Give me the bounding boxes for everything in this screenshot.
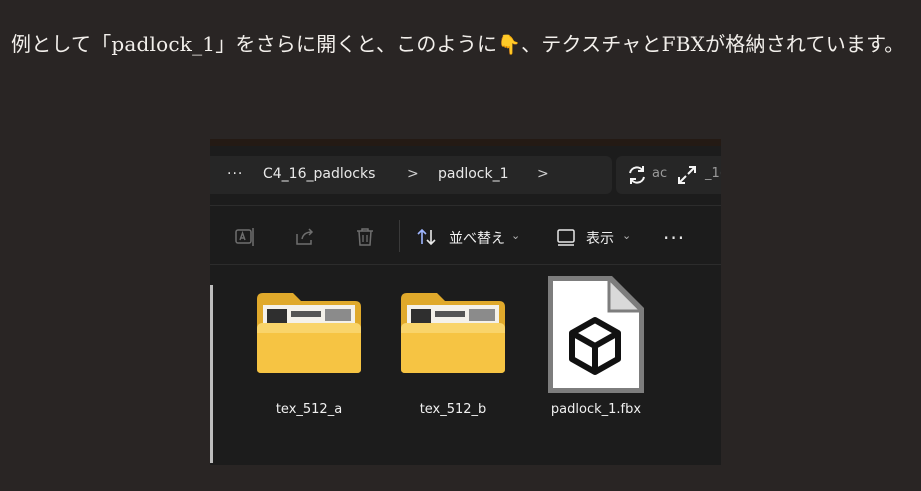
view-chevron-down-icon[interactable]: ⌄ <box>622 229 631 242</box>
expand-icon[interactable] <box>670 158 704 192</box>
title-strip <box>210 139 721 146</box>
article-text-part1: 例として「padlock_1」をさらに開くと、このように <box>11 32 498 56</box>
breadcrumb-chevron-icon[interactable]: > <box>407 166 419 182</box>
article-paragraph: 例として「padlock_1」をさらに開くと、このように👇、テクスチャとFBXが… <box>11 26 916 63</box>
address-bar[interactable]: ··· C4_16_padlocks > padlock_1 > <box>210 156 612 194</box>
sort-button[interactable]: 並べ替え <box>449 228 505 248</box>
breadcrumb-padlock-1[interactable]: padlock_1 <box>438 166 509 182</box>
explorer-screenshot: ··· C4_16_padlocks > padlock_1 > ac _1( <box>210 139 721 465</box>
folder-icon[interactable] <box>399 289 507 379</box>
search-text-fragment: _1( <box>705 166 721 181</box>
3d-object-file-icon[interactable] <box>546 272 646 401</box>
more-options-button[interactable]: ··· <box>663 226 685 250</box>
item-name-tex-512-b[interactable]: tex_512_b <box>383 402 523 417</box>
folder-icon[interactable] <box>255 289 363 379</box>
share-icon[interactable] <box>293 225 317 249</box>
toolbar-divider <box>399 220 400 252</box>
item-name-padlock-1-fbx[interactable]: padlock_1.fbx <box>526 402 666 417</box>
navigation-pane-edge <box>210 285 213 463</box>
breadcrumb-c4-16-padlocks[interactable]: C4_16_padlocks <box>263 166 375 182</box>
rename-icon[interactable] <box>233 225 257 249</box>
sort-icon[interactable] <box>415 225 439 249</box>
view-button[interactable]: 表示 <box>586 228 614 248</box>
article-text-part2: 、テクスチャとFBXが格納されています。 <box>521 32 905 56</box>
refresh-icon[interactable] <box>620 158 654 192</box>
pointing-down-icon: 👇 <box>497 34 522 56</box>
sort-chevron-down-icon[interactable]: ⌄ <box>511 229 520 242</box>
view-icon[interactable] <box>554 225 578 249</box>
search-text-fragment: ac <box>652 166 668 181</box>
breadcrumb-chevron-icon[interactable]: > <box>537 166 549 182</box>
breadcrumb-more-button[interactable]: ··· <box>227 166 243 182</box>
item-name-tex-512-a[interactable]: tex_512_a <box>239 402 379 417</box>
delete-icon[interactable] <box>353 225 377 249</box>
